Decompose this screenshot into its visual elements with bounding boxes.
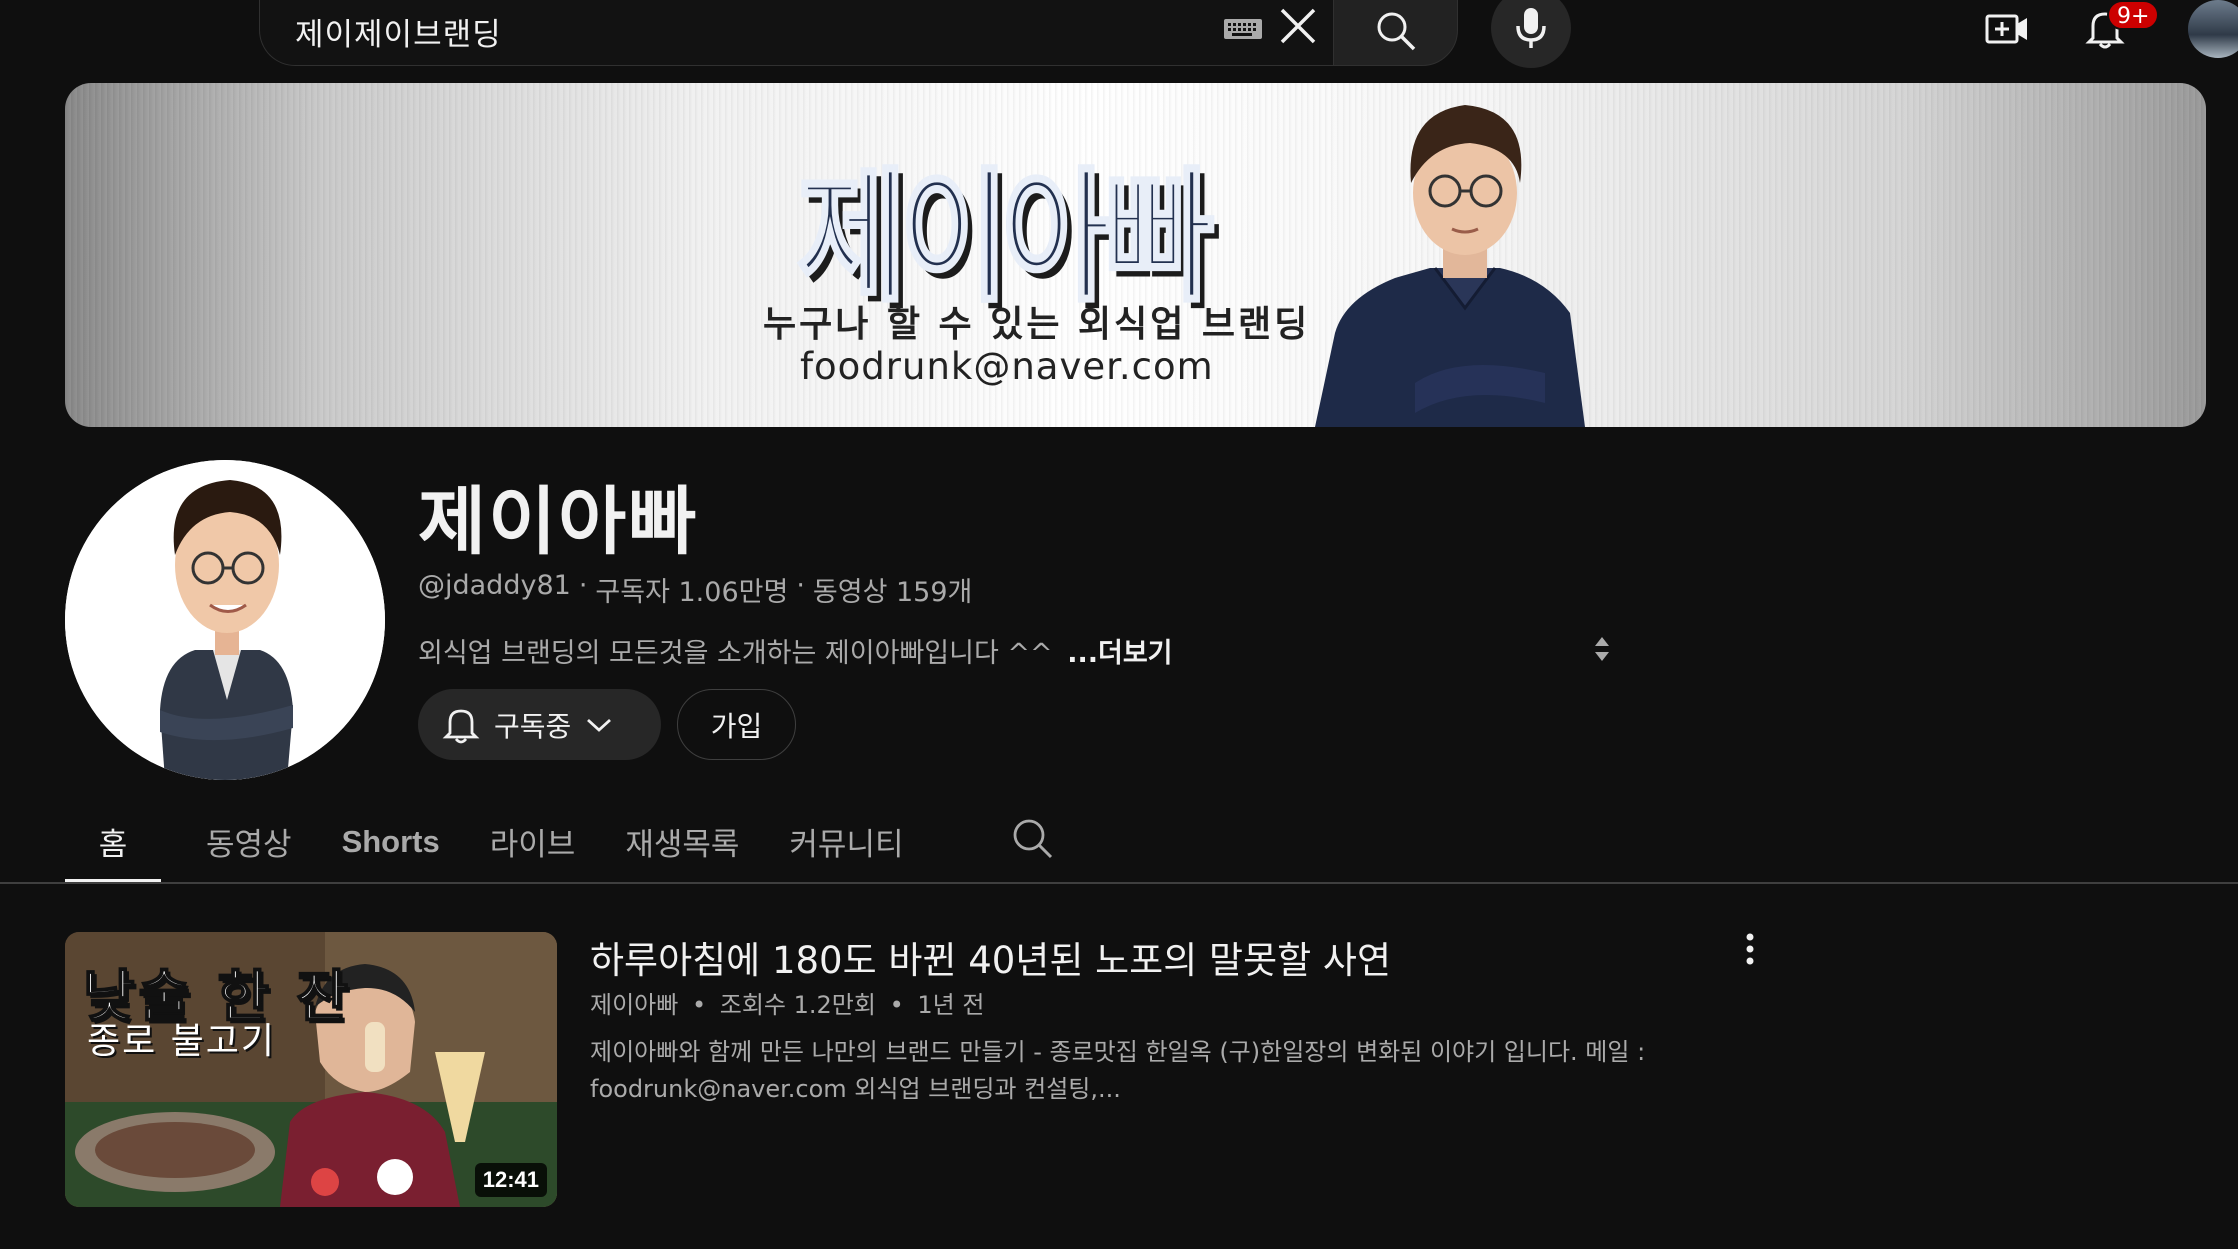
- channel-description[interactable]: 외식업 브랜딩의 모든것을 소개하는 제이아빠입니다 ^^ ...더보기: [418, 631, 1173, 670]
- keyboard-icon[interactable]: [1223, 18, 1263, 40]
- meta-dot: •: [889, 991, 904, 1019]
- video-meta: 제이아빠 • 조회수 1.2만회 • 1년 전: [590, 985, 984, 1020]
- voice-search-button[interactable]: [1491, 0, 1571, 68]
- video-description-line: 제이아빠와 함께 만든 나만의 브랜드 만들기 - 종로맛집 한일옥 (구)한일…: [590, 1038, 1646, 1066]
- clear-icon[interactable]: [1278, 6, 1318, 46]
- mic-icon: [1516, 8, 1546, 48]
- subscribed-label: 구독중: [494, 709, 572, 743]
- search-icon: [1377, 12, 1415, 51]
- tab-videos[interactable]: 동영상: [181, 800, 317, 883]
- create-icon[interactable]: [1985, 8, 2029, 48]
- video-count: 동영상 159개: [812, 577, 973, 608]
- meta-separator: ·: [796, 570, 805, 601]
- chevron-down-icon: [587, 718, 612, 732]
- tab-community[interactable]: 커뮤니티: [764, 800, 928, 883]
- video-channel[interactable]: 제이아빠: [590, 991, 678, 1019]
- search-button[interactable]: [1333, 0, 1458, 66]
- more-link[interactable]: ...더보기: [1067, 638, 1172, 669]
- expand-sort-icon: [1595, 637, 1609, 661]
- video-title[interactable]: 하루아침에 180도 바뀐 40년된 노포의 말못할 사연: [590, 930, 1391, 984]
- channel-description-text: 외식업 브랜딩의 모든것을 소개하는 제이아빠입니다 ^^: [418, 638, 1053, 669]
- banner-person-image: [1315, 105, 1585, 427]
- banner-email: foodrunk@naver.com: [800, 345, 1214, 388]
- channel-banner: 제이아빠 누구나 할 수 있는 외식업 브랜딩 foodrunk@naver.c…: [65, 83, 2206, 427]
- channel-handle[interactable]: @jdaddy81: [418, 570, 571, 609]
- channel-search-icon[interactable]: [1010, 816, 1054, 860]
- channel-avatar[interactable]: [65, 460, 385, 780]
- search-query[interactable]: 제이제이브랜딩: [295, 9, 502, 54]
- meta-separator: ·: [578, 570, 588, 601]
- banner-subtitle: 누구나 할 수 있는 외식업 브랜딩: [763, 304, 1311, 345]
- caricature-image: [65, 460, 385, 780]
- bell-icon: [442, 709, 480, 743]
- meta-dot: •: [691, 991, 707, 1019]
- account-avatar[interactable]: [2188, 0, 2238, 58]
- channel-name: 제이아빠: [418, 479, 699, 565]
- channel-tabs: 홈 동영상 Shorts 라이브 재생목록 커뮤니티: [65, 800, 929, 883]
- tab-playlists[interactable]: 재생목록: [600, 800, 764, 883]
- video-thumbnail[interactable]: 낮술 한 잔 종로 불고기 12:41: [65, 932, 557, 1207]
- video-views: 조회수 1.2만회: [719, 991, 876, 1019]
- subscribed-button[interactable]: 구독중: [418, 689, 661, 760]
- video-age: 1년 전: [917, 991, 985, 1019]
- channel-meta: @jdaddy81 · 구독자 1.06만명 · 동영상 159개: [418, 570, 972, 609]
- notification-badge[interactable]: 9+: [2107, 0, 2160, 30]
- tab-shorts[interactable]: Shorts: [317, 800, 465, 883]
- video-duration: 12:41: [474, 1163, 547, 1197]
- search-input[interactable]: 제이제이브랜딩: [259, 0, 1333, 66]
- video-description[interactable]: 제이아빠와 함께 만든 나만의 브랜드 만들기 - 종로맛집 한일옥 (구)한일…: [590, 1034, 1720, 1108]
- subscriber-count: 구독자 1.06만명: [595, 577, 789, 608]
- video-description-line: foodrunk@naver.com 외식업 브랜딩과 컨설팅,...: [590, 1075, 1121, 1103]
- tab-live[interactable]: 라이브: [465, 800, 601, 883]
- join-button[interactable]: 가입: [677, 689, 796, 760]
- tabs-divider: [0, 882, 2238, 884]
- thumbnail-subtitle: 종로 불고기: [87, 1021, 277, 1062]
- tab-home[interactable]: 홈: [65, 800, 161, 883]
- more-actions-icon[interactable]: [1735, 930, 1765, 970]
